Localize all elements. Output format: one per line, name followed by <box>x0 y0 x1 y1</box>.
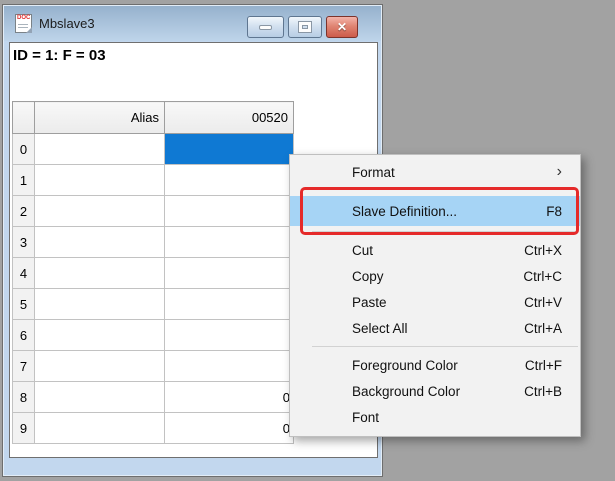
cell-value[interactable]: 0 <box>165 413 294 444</box>
menu-item-cut[interactable]: CutCtrl+X <box>290 237 580 263</box>
window-titlebar[interactable]: DOC Mbslave3 ✕ <box>4 6 381 41</box>
cell-alias[interactable] <box>35 165 165 196</box>
cell-value[interactable] <box>165 351 294 382</box>
row-header-9[interactable]: 9 <box>13 413 35 444</box>
row-header-7[interactable]: 7 <box>13 351 35 382</box>
menu-item-copy[interactable]: CopyCtrl+C <box>290 263 580 289</box>
minimize-button[interactable] <box>247 16 284 38</box>
cell-alias[interactable] <box>35 320 165 351</box>
table-row: 90 <box>13 413 294 444</box>
menu-separator <box>312 346 578 347</box>
cell-alias[interactable] <box>35 258 165 289</box>
menu-item-label: Font <box>352 410 562 425</box>
status-line: ID = 1: F = 03 <box>13 47 106 64</box>
desktop-background: DOC Mbslave3 ✕ ID = 1: F = 03 <box>0 0 615 481</box>
cell-alias[interactable] <box>35 351 165 382</box>
row-header-4[interactable]: 4 <box>13 258 35 289</box>
corner-header <box>13 102 35 134</box>
row-header-0[interactable]: 0 <box>13 134 35 165</box>
cell-alias[interactable] <box>35 413 165 444</box>
cell-alias[interactable] <box>35 134 165 165</box>
menu-item-background-color[interactable]: Background ColorCtrl+B <box>290 378 580 404</box>
table-row: 3 <box>13 227 294 258</box>
cell-alias[interactable] <box>35 227 165 258</box>
menu-item-shortcut: Ctrl+B <box>524 384 562 399</box>
row-header-2[interactable]: 2 <box>13 196 35 227</box>
menu-item-font[interactable]: Font <box>290 404 580 430</box>
row-header-1[interactable]: 1 <box>13 165 35 196</box>
menu-item-label: Select All <box>352 321 524 336</box>
menu-item-label: Foreground Color <box>352 358 525 373</box>
table-row: 4 <box>13 258 294 289</box>
row-header-8[interactable]: 8 <box>13 382 35 413</box>
restore-icon <box>299 22 311 32</box>
close-button[interactable]: ✕ <box>326 16 358 38</box>
cell-value[interactable] <box>165 258 294 289</box>
cell-alias[interactable] <box>35 196 165 227</box>
menu-item-label: Slave Definition... <box>352 204 546 219</box>
document-icon: DOC <box>15 14 32 33</box>
menu-item-shortcut: Ctrl+X <box>524 243 562 258</box>
cell-value-selected[interactable] <box>165 134 294 165</box>
window-controls: ✕ <box>247 16 358 38</box>
menu-item-shortcut: Ctrl+F <box>525 358 562 373</box>
menu-separator <box>312 231 578 232</box>
menu-item-slave-definition[interactable]: Slave Definition...F8 <box>290 196 580 226</box>
cell-value[interactable] <box>165 289 294 320</box>
menu-item-shortcut: Ctrl+V <box>524 295 562 310</box>
window-title: Mbslave3 <box>39 16 95 31</box>
row-header-6[interactable]: 6 <box>13 320 35 351</box>
grid-header-row: Alias00520 <box>13 102 294 134</box>
column-header-00520: 00520 <box>165 102 294 134</box>
column-header-Alias: Alias <box>35 102 165 134</box>
menu-item-label: Background Color <box>352 384 524 399</box>
grid-body: 012345678090 <box>13 134 294 444</box>
menu-item-paste[interactable]: PasteCtrl+V <box>290 289 580 315</box>
context-menu: Format›Slave Definition...F8CutCtrl+XCop… <box>289 154 581 437</box>
table-row: 7 <box>13 351 294 382</box>
cell-alias[interactable] <box>35 289 165 320</box>
menu-item-shortcut: Ctrl+A <box>524 321 562 336</box>
register-grid: Alias00520 012345678090 <box>12 101 294 444</box>
minimize-icon <box>259 25 272 30</box>
submenu-arrow-icon: › <box>557 164 562 180</box>
cell-value[interactable] <box>165 165 294 196</box>
close-icon: ✕ <box>337 20 347 34</box>
table-row: 0 <box>13 134 294 165</box>
row-header-3[interactable]: 3 <box>13 227 35 258</box>
table-row: 6 <box>13 320 294 351</box>
restore-button[interactable] <box>288 16 322 38</box>
cell-value[interactable] <box>165 227 294 258</box>
table-row: 2 <box>13 196 294 227</box>
document-icon-label: DOC <box>17 15 30 22</box>
menu-item-label: Copy <box>352 269 523 284</box>
menu-item-label: Paste <box>352 295 524 310</box>
row-header-5[interactable]: 5 <box>13 289 35 320</box>
menu-item-format[interactable]: Format› <box>290 158 580 186</box>
cell-alias[interactable] <box>35 382 165 413</box>
menu-item-label: Cut <box>352 243 524 258</box>
cell-value[interactable] <box>165 196 294 227</box>
menu-item-label: Format <box>352 165 557 180</box>
cell-value[interactable] <box>165 320 294 351</box>
table-row: 5 <box>13 289 294 320</box>
table-row: 80 <box>13 382 294 413</box>
menu-item-shortcut: F8 <box>546 204 562 219</box>
table-row: 1 <box>13 165 294 196</box>
cell-value[interactable]: 0 <box>165 382 294 413</box>
menu-item-shortcut: Ctrl+C <box>523 269 562 284</box>
menu-item-foreground-color[interactable]: Foreground ColorCtrl+F <box>290 352 580 378</box>
menu-item-select-all[interactable]: Select AllCtrl+A <box>290 315 580 341</box>
grid-header: Alias00520 <box>13 102 294 134</box>
